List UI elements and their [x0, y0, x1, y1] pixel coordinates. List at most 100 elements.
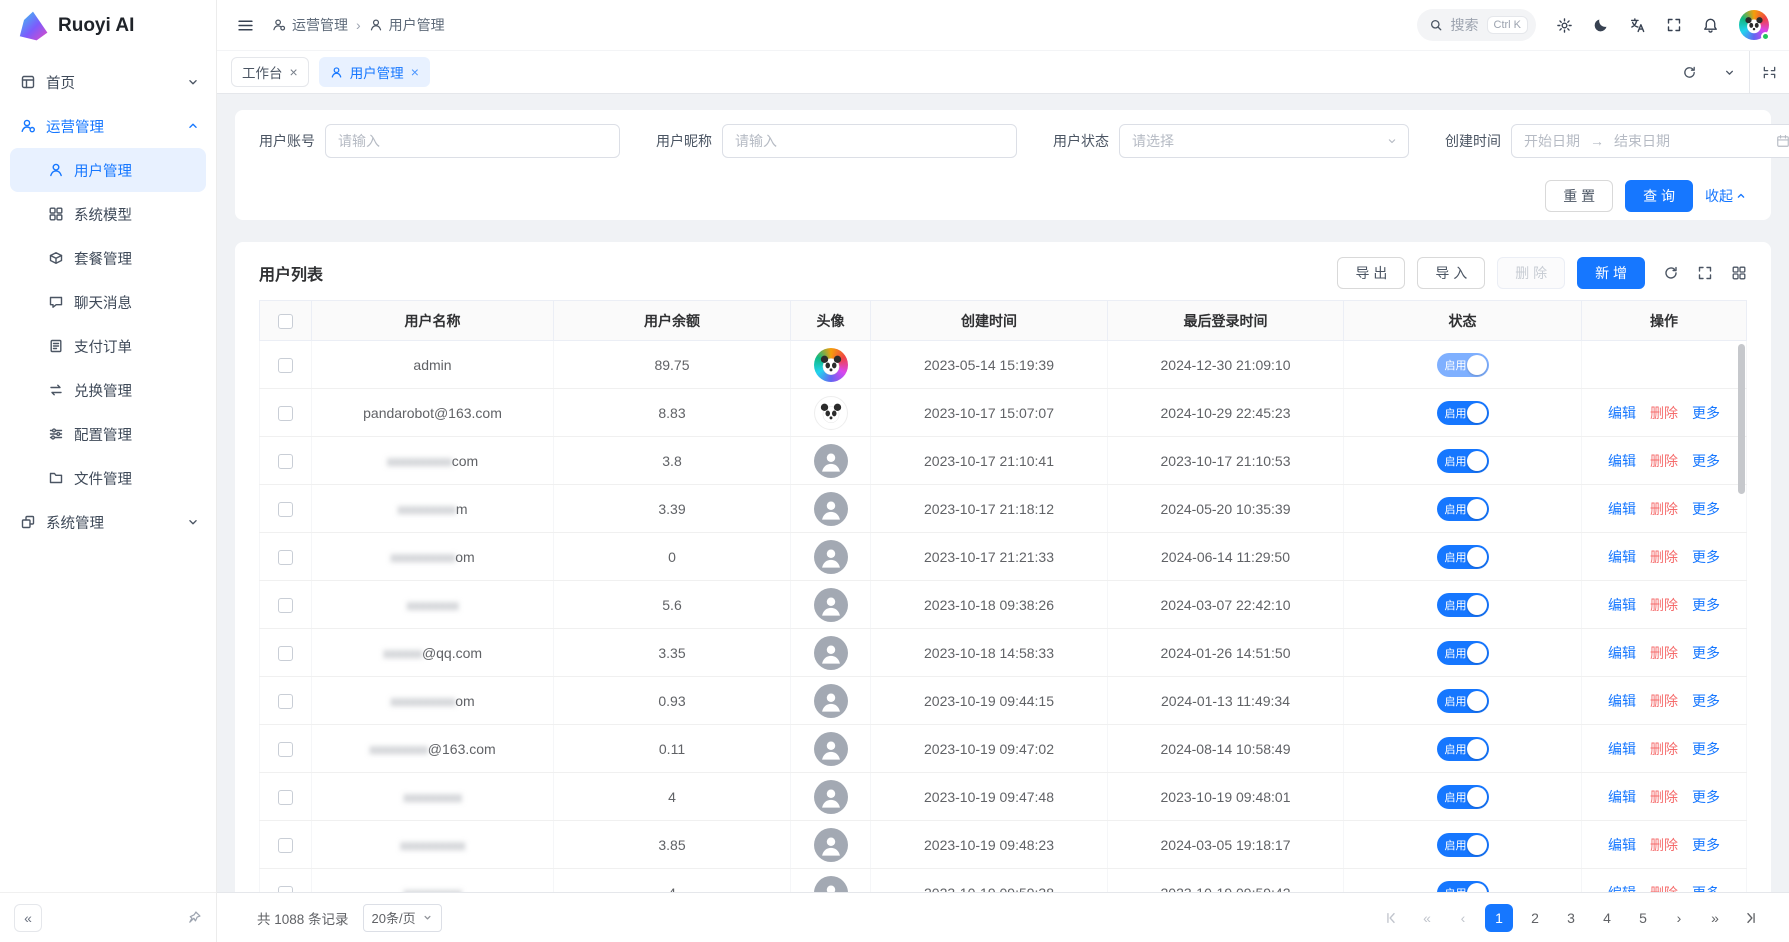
more-link[interactable]: 更多 — [1692, 693, 1720, 709]
edit-link[interactable]: 编辑 — [1608, 453, 1636, 469]
nickname-input[interactable] — [722, 124, 1017, 158]
more-link[interactable]: 更多 — [1692, 645, 1720, 661]
more-link[interactable]: 更多 — [1692, 549, 1720, 565]
delete-link[interactable]: 删除 — [1650, 885, 1678, 893]
page-button-5[interactable]: 5 — [1629, 904, 1657, 932]
row-checkbox[interactable] — [278, 598, 293, 613]
edit-link[interactable]: 编辑 — [1608, 549, 1636, 565]
status-toggle[interactable]: 启用 — [1437, 737, 1489, 761]
more-link[interactable]: 更多 — [1692, 405, 1720, 421]
row-checkbox[interactable] — [278, 694, 293, 709]
hamburger-menu-icon[interactable] — [237, 17, 254, 34]
logo[interactable]: Ruoyi AI — [0, 0, 216, 52]
notifications-bell-icon[interactable] — [1702, 17, 1719, 34]
breadcrumb-operations[interactable]: 运营管理 — [272, 15, 348, 35]
delete-link[interactable]: 删除 — [1650, 741, 1678, 757]
more-link[interactable]: 更多 — [1692, 453, 1720, 469]
column-settings-grid-icon[interactable] — [1731, 265, 1747, 281]
more-link[interactable]: 更多 — [1692, 597, 1720, 613]
user-avatar[interactable] — [1739, 10, 1769, 40]
row-checkbox[interactable] — [278, 646, 293, 661]
row-checkbox[interactable] — [278, 550, 293, 565]
status-select[interactable]: 请选择 — [1119, 124, 1409, 158]
global-search[interactable]: 搜索 Ctrl K — [1417, 9, 1537, 41]
delete-link[interactable]: 删除 — [1650, 501, 1678, 517]
sidebar-item-home[interactable]: 首页 — [0, 60, 216, 104]
first-page-icon[interactable] — [1377, 904, 1405, 932]
tab-user-management[interactable]: 用户管理 × — [319, 57, 430, 87]
sidebar-item-config-management[interactable]: 配置管理 — [10, 412, 206, 456]
select-all-checkbox[interactable] — [278, 314, 293, 329]
chevron-down-icon[interactable] — [1709, 51, 1749, 93]
page-button-3[interactable]: 3 — [1557, 904, 1585, 932]
row-checkbox[interactable] — [278, 502, 293, 517]
jump-back-icon[interactable]: « — [1413, 904, 1441, 932]
add-button[interactable]: 新 增 — [1577, 257, 1645, 289]
close-icon[interactable]: × — [290, 64, 298, 80]
row-checkbox[interactable] — [278, 406, 293, 421]
date-range-picker[interactable]: 开始日期 → 结束日期 — [1511, 124, 1789, 158]
more-link[interactable]: 更多 — [1692, 885, 1720, 893]
delete-link[interactable]: 删除 — [1650, 837, 1678, 853]
page-size-select[interactable]: 20条/页 — [363, 904, 442, 932]
more-link[interactable]: 更多 — [1692, 501, 1720, 517]
row-checkbox[interactable] — [278, 886, 293, 892]
sidebar-collapse-button[interactable]: « — [14, 904, 42, 932]
account-input[interactable] — [325, 124, 620, 158]
sidebar-item-user-management[interactable]: 用户管理 — [10, 148, 206, 192]
sidebar-item-system[interactable]: 系统管理 — [0, 500, 216, 544]
prev-page-icon[interactable]: ‹ — [1449, 904, 1477, 932]
status-toggle[interactable]: 启用 — [1437, 449, 1489, 473]
row-checkbox[interactable] — [278, 838, 293, 853]
more-link[interactable]: 更多 — [1692, 741, 1720, 757]
fullscreen-icon[interactable] — [1666, 17, 1682, 33]
edit-link[interactable]: 编辑 — [1608, 405, 1636, 421]
page-button-2[interactable]: 2 — [1521, 904, 1549, 932]
edit-link[interactable]: 编辑 — [1608, 645, 1636, 661]
jump-forward-icon[interactable]: » — [1701, 904, 1729, 932]
dark-mode-moon-icon[interactable] — [1593, 17, 1609, 33]
refresh-icon[interactable] — [1663, 265, 1679, 281]
row-checkbox[interactable] — [278, 358, 293, 373]
delete-link[interactable]: 删除 — [1650, 693, 1678, 709]
collapse-filter-link[interactable]: 收起 — [1705, 186, 1747, 206]
delete-link[interactable]: 删除 — [1650, 453, 1678, 469]
edit-link[interactable]: 编辑 — [1608, 597, 1636, 613]
delete-button[interactable]: 删 除 — [1497, 257, 1565, 289]
fullscreen-icon[interactable] — [1697, 265, 1713, 281]
edit-link[interactable]: 编辑 — [1608, 501, 1636, 517]
delete-link[interactable]: 删除 — [1650, 645, 1678, 661]
more-link[interactable]: 更多 — [1692, 789, 1720, 805]
settings-gear-icon[interactable] — [1556, 17, 1573, 34]
more-link[interactable]: 更多 — [1692, 837, 1720, 853]
breadcrumb-user-management[interactable]: 用户管理 — [369, 15, 445, 35]
status-toggle[interactable]: 启用 — [1437, 641, 1489, 665]
translate-icon[interactable] — [1629, 17, 1646, 34]
sidebar-item-operations[interactable]: 运营管理 — [0, 104, 216, 148]
sidebar-item-chat-messages[interactable]: 聊天消息 — [10, 280, 206, 324]
pin-icon[interactable] — [187, 910, 202, 925]
row-checkbox[interactable] — [278, 454, 293, 469]
status-toggle[interactable]: 启用 — [1437, 689, 1489, 713]
edit-link[interactable]: 编辑 — [1608, 789, 1636, 805]
sidebar-item-system-models[interactable]: 系统模型 — [10, 192, 206, 236]
reset-button[interactable]: 重 置 — [1545, 180, 1613, 212]
delete-link[interactable]: 删除 — [1650, 405, 1678, 421]
last-page-icon[interactable] — [1737, 904, 1765, 932]
delete-link[interactable]: 删除 — [1650, 549, 1678, 565]
row-checkbox[interactable] — [278, 742, 293, 757]
status-toggle[interactable]: 启用 — [1437, 833, 1489, 857]
delete-link[interactable]: 删除 — [1650, 789, 1678, 805]
status-toggle[interactable]: 启用 — [1437, 785, 1489, 809]
status-toggle[interactable]: 启用 — [1437, 497, 1489, 521]
status-toggle[interactable]: 启用 — [1437, 593, 1489, 617]
sidebar-item-package-management[interactable]: 套餐管理 — [10, 236, 206, 280]
refresh-icon[interactable] — [1669, 51, 1709, 93]
page-button-1[interactable]: 1 — [1485, 904, 1513, 932]
status-toggle[interactable]: 启用 — [1437, 353, 1489, 377]
export-button[interactable]: 导 出 — [1337, 257, 1405, 289]
edit-link[interactable]: 编辑 — [1608, 741, 1636, 757]
query-button[interactable]: 查 询 — [1625, 180, 1693, 212]
tab-workbench[interactable]: 工作台 × — [231, 57, 309, 87]
edit-link[interactable]: 编辑 — [1608, 693, 1636, 709]
